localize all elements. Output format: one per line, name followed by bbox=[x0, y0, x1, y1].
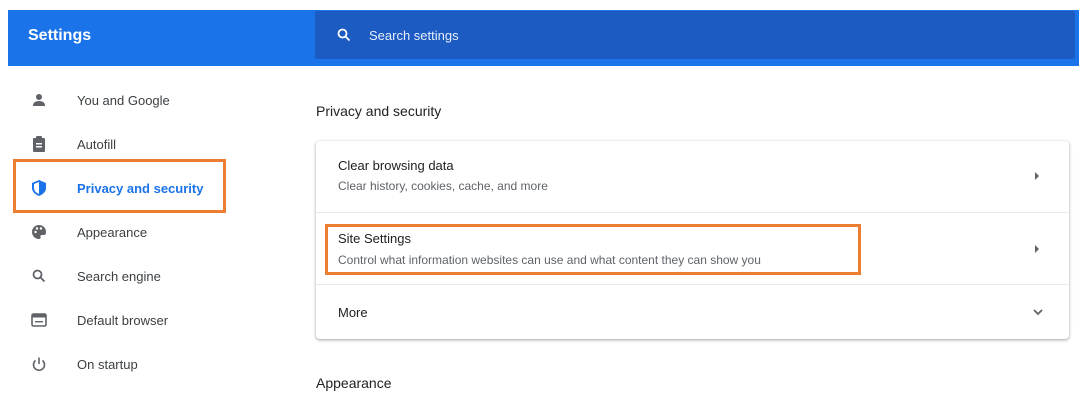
highlight-box bbox=[325, 224, 861, 275]
app-title: Settings bbox=[28, 27, 92, 44]
row-subtitle: Clear history, cookies, cache, and more bbox=[338, 179, 548, 193]
arrow-right-icon bbox=[1035, 245, 1039, 253]
clear-browsing-data-row[interactable]: Clear browsing data Clear history, cooki… bbox=[316, 141, 1069, 213]
sidebar-item-label: On startup bbox=[77, 356, 138, 372]
clipboard-icon bbox=[30, 135, 48, 153]
sidebar-item-appearance[interactable]: Appearance bbox=[8, 210, 248, 254]
browser-icon bbox=[30, 311, 48, 329]
sidebar-item-on-startup[interactable]: On startup bbox=[8, 342, 248, 386]
search-icon bbox=[30, 267, 48, 285]
sidebar-item-label: Search engine bbox=[77, 268, 161, 284]
top-bar: Settings bbox=[8, 10, 1079, 66]
more-row[interactable]: More bbox=[316, 285, 1069, 339]
power-icon bbox=[30, 355, 48, 373]
sidebar-item-label: Appearance bbox=[77, 224, 148, 240]
chevron-down-icon[interactable] bbox=[1031, 305, 1045, 319]
sidebar-item-you-and-google[interactable]: You and Google bbox=[8, 78, 248, 122]
palette-icon bbox=[30, 223, 48, 241]
highlight-box bbox=[13, 159, 226, 213]
sidebar-item-search-engine[interactable]: Search engine bbox=[8, 254, 248, 298]
search-icon[interactable] bbox=[337, 26, 355, 44]
search-input[interactable] bbox=[369, 27, 969, 43]
sidebar-item-default-browser[interactable]: Default browser bbox=[8, 298, 248, 342]
row-title: More bbox=[338, 305, 368, 320]
sidebar-item-label: Autofill bbox=[77, 136, 117, 152]
search-box[interactable] bbox=[315, 11, 1075, 59]
person-icon bbox=[30, 91, 48, 109]
section-title: Privacy and security bbox=[316, 103, 442, 119]
arrow-right-icon bbox=[1035, 172, 1039, 180]
section-title: Appearance bbox=[316, 375, 392, 391]
sidebar-item-label: You and Google bbox=[77, 92, 170, 108]
sidebar-item-label: Default browser bbox=[77, 312, 169, 328]
row-title: Clear browsing data bbox=[338, 158, 454, 173]
